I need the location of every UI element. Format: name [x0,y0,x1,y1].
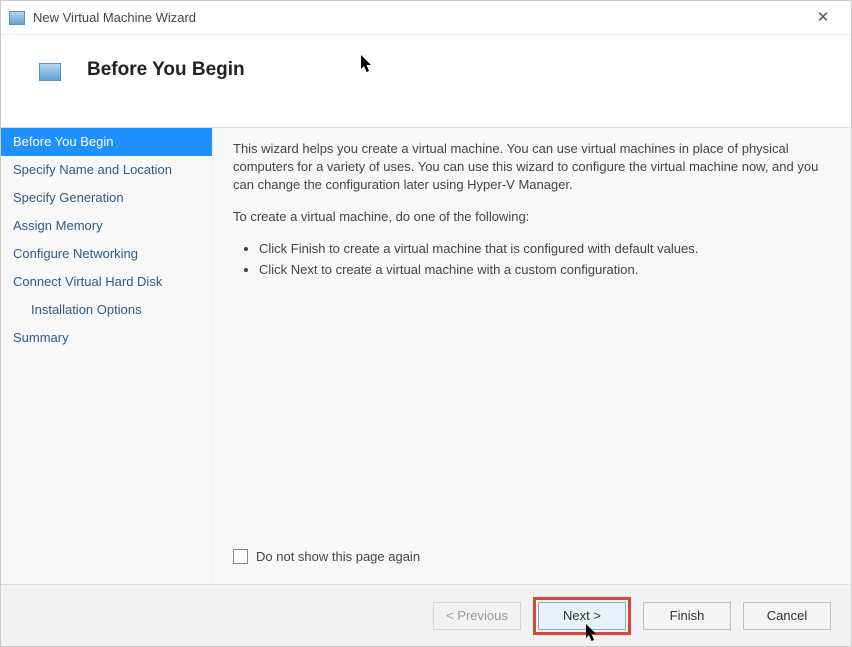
sidebar-step[interactable]: Summary [1,324,212,352]
window-title: New Virtual Machine Wizard [33,10,803,25]
highlight-box: Next > [533,597,631,635]
dont-show-checkbox-row[interactable]: Do not show this page again [233,543,831,574]
list-item: Click Finish to create a virtual machine… [259,240,831,258]
cancel-button[interactable]: Cancel [743,602,831,630]
page-title: Before You Begin [87,59,245,81]
wizard-sidebar: Before You BeginSpecify Name and Locatio… [1,128,213,584]
wizard-window: New Virtual Machine Wizard ✕ Before You … [0,0,852,647]
previous-button: < Previous [433,602,521,630]
sidebar-step[interactable]: Configure Networking [1,240,212,268]
sidebar-step[interactable]: Connect Virtual Hard Disk [1,268,212,296]
wizard-header: Before You Begin [1,35,851,127]
titlebar: New Virtual Machine Wizard ✕ [1,1,851,35]
list-item: Click Next to create a virtual machine w… [259,261,831,279]
app-icon [9,11,25,25]
options-list: Click Finish to create a virtual machine… [233,240,831,282]
sidebar-step[interactable]: Specify Generation [1,184,212,212]
sidebar-step[interactable]: Assign Memory [1,212,212,240]
next-button[interactable]: Next > [538,602,626,630]
sidebar-step[interactable]: Specify Name and Location [1,156,212,184]
wizard-body: Before You BeginSpecify Name and Locatio… [1,127,851,584]
monitor-icon [39,63,61,81]
sidebar-step[interactable]: Before You Begin [1,128,212,156]
checkbox-icon[interactable] [233,549,248,564]
subhead-text: To create a virtual machine, do one of t… [233,208,831,226]
finish-button[interactable]: Finish [643,602,731,630]
cursor-pointer-icon [361,55,373,73]
sidebar-step[interactable]: Installation Options [1,296,212,324]
checkbox-label: Do not show this page again [256,549,420,564]
wizard-content: This wizard helps you create a virtual m… [213,128,851,584]
intro-text: This wizard helps you create a virtual m… [233,140,831,194]
close-icon[interactable]: ✕ [803,4,843,32]
wizard-footer: < Previous Next > Finish Cancel [1,584,851,646]
